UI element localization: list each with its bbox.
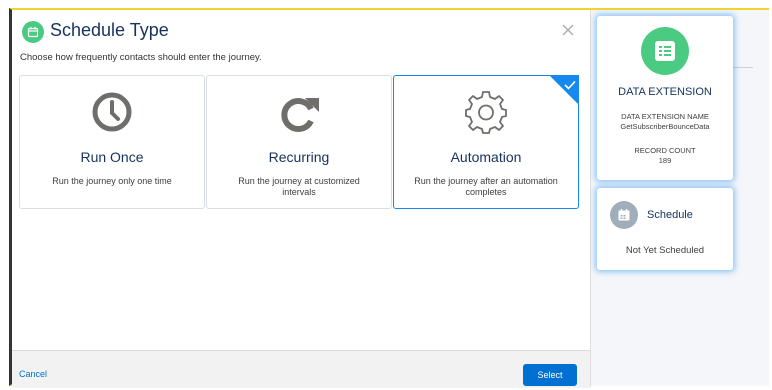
- checkmark-icon: [564, 77, 576, 95]
- calendar-icon: [610, 201, 638, 229]
- connector-line: [733, 67, 753, 68]
- record-count-value: 189: [658, 156, 672, 165]
- option-automation[interactable]: Automation Run the journey after an auto…: [393, 75, 579, 209]
- option-description: Run the journey only one time: [52, 176, 172, 186]
- option-name: Recurring: [268, 149, 330, 165]
- option-run-once[interactable]: Run Once Run the journey only one time: [19, 75, 205, 209]
- modal-subtitle: Choose how frequently contacts should en…: [20, 52, 262, 63]
- select-button[interactable]: Select: [523, 364, 577, 386]
- clock-icon: [90, 90, 134, 139]
- refresh-icon: [275, 90, 323, 143]
- modal-header: Schedule Type: [12, 10, 590, 54]
- table-icon: [641, 27, 689, 75]
- option-description: Run the journey at customized intervals: [238, 176, 360, 197]
- data-extension-title: DATA EXTENSION: [618, 86, 712, 98]
- calendar-icon: [22, 21, 44, 43]
- record-count-label: RECORD COUNT: [634, 146, 696, 155]
- modal-title: Schedule Type: [50, 20, 169, 40]
- schedule-card[interactable]: Schedule Not Yet Scheduled: [597, 188, 733, 270]
- close-icon[interactable]: [560, 22, 576, 38]
- data-extension-name-label: DATA EXTENSION NAME: [621, 112, 709, 121]
- modal-footer: Cancel Select: [12, 350, 590, 388]
- gear-icon: [463, 90, 509, 141]
- option-name: Automation: [450, 149, 522, 165]
- schedule-title: Schedule: [647, 209, 693, 221]
- option-name: Run Once: [80, 149, 144, 165]
- data-extension-name-value: GetSubscriberBounceData: [620, 122, 710, 131]
- option-recurring[interactable]: Recurring Run the journey at customized …: [206, 75, 392, 209]
- schedule-type-modal: Schedule Type Choose how frequently cont…: [12, 10, 591, 388]
- schedule-status: Not Yet Scheduled: [625, 245, 705, 256]
- cancel-button[interactable]: Cancel: [19, 369, 47, 379]
- option-description: Run the journey after an automation comp…: [414, 176, 558, 197]
- data-extension-card[interactable]: DATA EXTENSION DATA EXTENSION NAME GetSu…: [597, 16, 733, 180]
